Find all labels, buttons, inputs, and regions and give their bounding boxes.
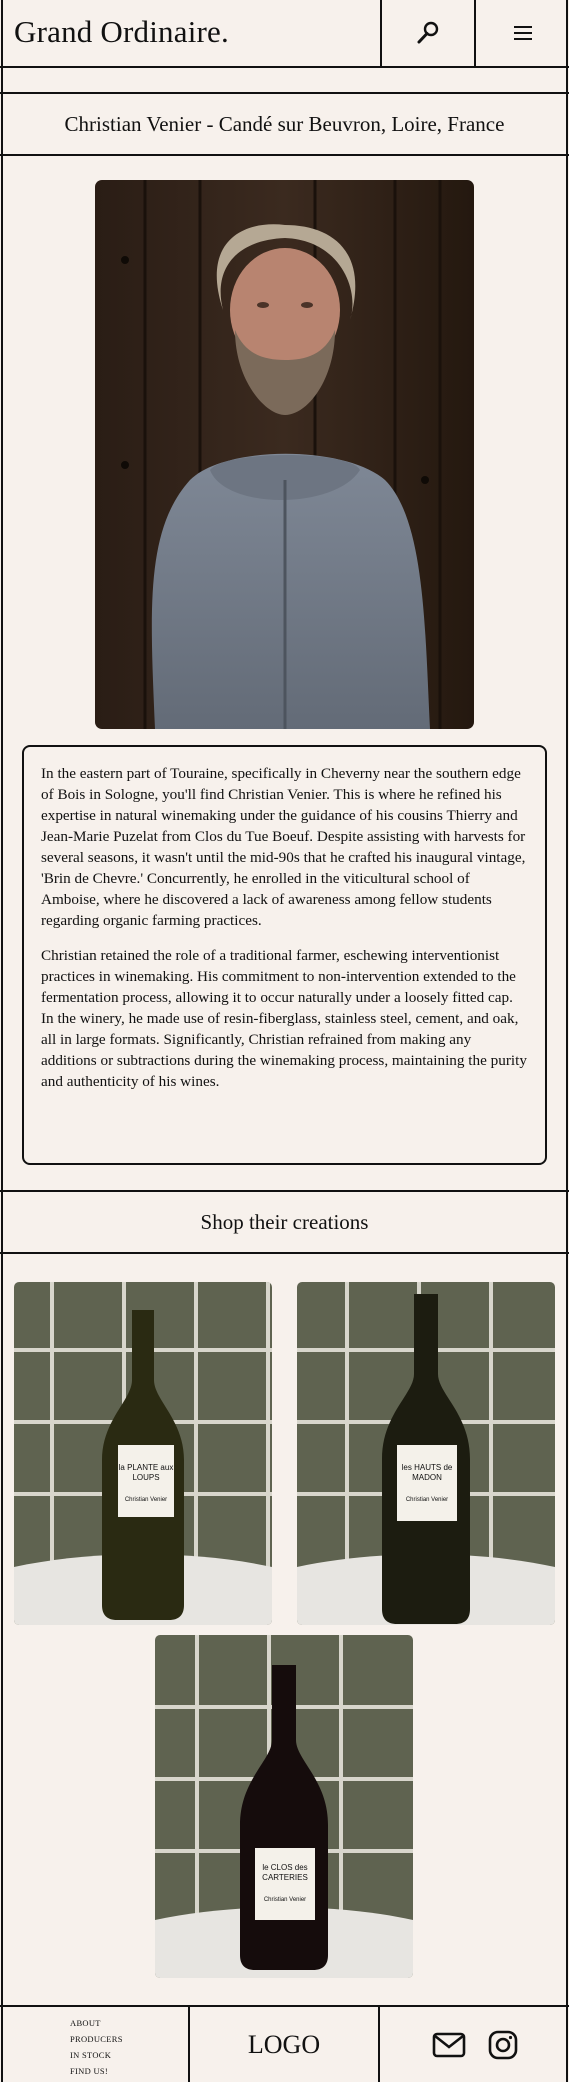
site-header: Grand Ordinaire. <box>0 0 569 68</box>
search-button[interactable] <box>380 0 474 66</box>
shop-heading: Shop their creations <box>0 1190 569 1254</box>
product-card[interactable]: le CLOS des CARTERIES Christian Venier <box>155 1635 413 1978</box>
product-card[interactable]: les HAUTS de MADON Christian Venier <box>297 1282 555 1625</box>
footer-link-find-us[interactable]: FIND US! <box>70 2063 188 2079</box>
header-divider-band <box>0 68 569 94</box>
wine-label: le CLOS des CARTERIES Christian Venier <box>262 1863 308 1903</box>
wine-label: les HAUTS de MADON Christian Venier <box>401 1463 453 1503</box>
footer-link-about[interactable]: ABOUT <box>70 2015 188 2031</box>
producer-title: Christian Venier - Candé sur Beuvron, Lo… <box>0 94 569 156</box>
menu-button[interactable] <box>474 0 569 66</box>
hamburger-menu-icon <box>513 26 532 40</box>
search-icon <box>417 21 439 44</box>
wine-label: la PLANTE aux LOUPS Christian Venier <box>118 1463 174 1503</box>
social-links <box>380 2007 569 2082</box>
bio-paragraph: Christian retained the role of a traditi… <box>41 947 527 1090</box>
footer-link-producers[interactable]: PRODUCERS <box>70 2031 188 2047</box>
envelope-icon[interactable] <box>432 2032 466 2058</box>
brand-logo[interactable]: Grand Ordinaire. <box>14 14 229 50</box>
product-card[interactable]: la PLANTE aux LOUPS Christian Venier <box>14 1282 272 1625</box>
bio-paragraph: In the eastern part of Touraine, specifi… <box>41 765 526 929</box>
instagram-icon[interactable] <box>488 2030 518 2060</box>
site-footer: ABOUT PRODUCERS IN STOCK FIND US! LOGO <box>0 2005 569 2082</box>
footer-logo[interactable]: LOGO <box>190 2007 380 2082</box>
footer-nav: ABOUT PRODUCERS IN STOCK FIND US! <box>0 2007 190 2082</box>
producer-portrait <box>95 180 474 729</box>
producer-bio: In the eastern part of Touraine, specifi… <box>22 745 547 1165</box>
footer-link-in-stock[interactable]: IN STOCK <box>70 2047 188 2063</box>
